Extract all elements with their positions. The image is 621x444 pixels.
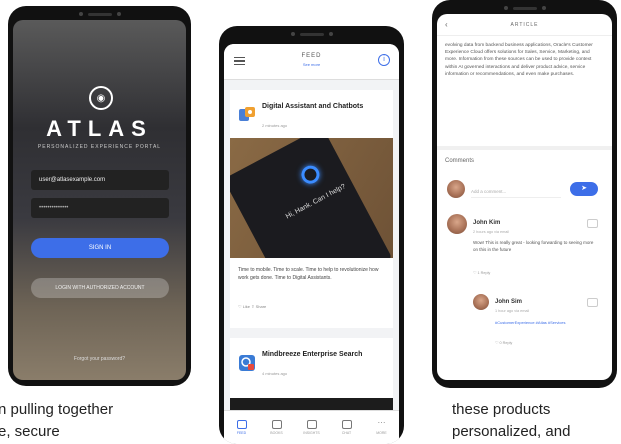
tab-label: MORE	[376, 431, 387, 435]
comment-meta: 1 hour ago via email	[495, 309, 530, 313]
caption-left: n pulling together	[0, 401, 114, 418]
caption-left-line2: e, secure	[0, 423, 60, 440]
feed-title: FEED	[301, 53, 322, 59]
comment-menu-icon[interactable]	[587, 298, 598, 307]
tab-label: CHAT	[341, 431, 352, 435]
tab-feed[interactable]: FEED	[227, 420, 257, 435]
feed-screen: FEED See more i Digital Assistant and Ch…	[224, 44, 399, 444]
section-divider	[437, 146, 612, 150]
caption-right: these products	[452, 401, 551, 418]
comment-actions[interactable]: ♡ 1 Reply	[473, 270, 490, 275]
tab-label: INSIGHTS	[303, 431, 320, 435]
email-field[interactable]: user@atlasexample.com	[31, 170, 169, 190]
phone-illustration: Hi, Hank. Can I help?	[230, 138, 393, 258]
comment-menu-icon[interactable]	[587, 219, 598, 228]
card-timestamp: 4 minutes ago	[262, 371, 288, 376]
forgot-password-link[interactable]: Forgot your password?	[13, 356, 186, 362]
cortana-ring-icon	[298, 162, 323, 187]
article-body: evolving data from backend business appl…	[445, 43, 593, 77]
comment-meta: 2 hours ago via email	[473, 230, 510, 234]
feed-icon	[236, 420, 247, 429]
comment-text: Wow! This is really great - looking forw…	[473, 240, 594, 252]
assistant-greeting: Hi, Hank. Can I help?	[284, 183, 347, 221]
article-header: ‹ ARTICLE	[437, 14, 612, 36]
sign-in-button[interactable]: SIGN IN	[31, 238, 169, 258]
insights-icon	[306, 420, 317, 429]
login-screen: ◉ ATLAS PERSONALIZED EXPERIENCE PORTAL u…	[13, 20, 186, 380]
more-icon: ···	[377, 418, 386, 427]
card-timestamp: 2 minutes ago	[262, 123, 288, 128]
tab-more[interactable]: ··· MORE	[367, 418, 397, 436]
brand-title: ATLAS	[46, 116, 153, 141]
avatar	[473, 294, 489, 310]
comments-heading: Comments	[445, 158, 475, 164]
feed-subtitle[interactable]: See more	[224, 62, 399, 67]
info-icon[interactable]: i	[378, 54, 390, 66]
authorized-login-button[interactable]: LOGIN WITH AUTHORIZED ACCOUNT	[31, 278, 169, 298]
password-field[interactable]: ••••••••••••••	[31, 198, 169, 218]
avatar	[447, 180, 465, 198]
comment-tags[interactable]: #CustomerExperience #Atlas #Services	[495, 320, 595, 326]
tab-label: FEED	[236, 431, 247, 435]
phone-notch	[219, 26, 404, 42]
article-screen: ‹ ARTICLE evolving data from backend bus…	[437, 14, 612, 380]
eye-logo-icon: ◉	[89, 86, 113, 110]
comment-author[interactable]: John Sim	[495, 299, 522, 305]
card-body: Time to mobile. Time to scale. Time to h…	[238, 267, 379, 281]
comment-author[interactable]: John Kim	[473, 220, 500, 226]
comment-input[interactable]: Add a comment...	[471, 186, 561, 198]
brand-tagline: PERSONALIZED EXPERIENCE PORTAL	[37, 144, 162, 150]
tab-insights[interactable]: INSIGHTS	[297, 420, 327, 435]
card-image[interactable]: Hi, Hank. Can I help?	[230, 138, 393, 258]
caption-right-line2: personalized, and	[452, 423, 571, 440]
card-actions[interactable]: ♡ Like ⇪ Share	[238, 304, 266, 309]
bottom-tabbar: FEED BOOKS INSIGHTS CHAT ··· MORE	[224, 410, 399, 444]
feed-topbar: FEED See more i	[224, 44, 399, 80]
card-title[interactable]: Digital Assistant and Chatbots	[262, 102, 382, 111]
avatar	[447, 214, 467, 234]
assistant-icon	[238, 106, 256, 124]
phone-feed: FEED See more i Digital Assistant and Ch…	[219, 26, 404, 444]
phone-login: ◉ ATLAS PERSONALIZED EXPERIENCE PORTAL u…	[8, 6, 191, 386]
card-title[interactable]: Mindbreeze Enterprise Search	[262, 350, 382, 359]
books-icon	[271, 420, 282, 429]
chat-icon	[341, 420, 352, 429]
phone-article: ‹ ARTICLE evolving data from backend bus…	[432, 0, 617, 388]
search-app-icon	[238, 354, 256, 372]
tab-chat[interactable]: CHAT	[332, 420, 362, 435]
comment-actions[interactable]: ♡ 0 Reply	[495, 340, 512, 345]
tab-books[interactable]: BOOKS	[262, 420, 292, 435]
feed-card[interactable]: Digital Assistant and Chatbots 2 minutes…	[230, 90, 393, 328]
send-button[interactable]: ➤	[570, 182, 598, 196]
tab-label: BOOKS	[270, 431, 283, 435]
article-title: ARTICLE	[510, 22, 539, 28]
